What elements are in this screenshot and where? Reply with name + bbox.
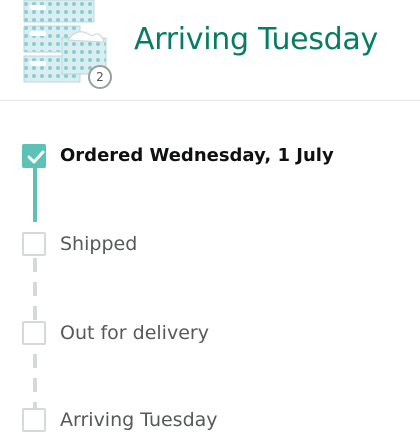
timeline-step-ordered: Ordered Wednesday, 1 July <box>0 142 420 172</box>
delivery-status-title: Arriving Tuesday <box>134 22 378 57</box>
step-label-out-for-delivery: Out for delivery <box>60 322 209 344</box>
timeline-step-out-for-delivery: Out for delivery <box>0 319 420 349</box>
step-label-arriving: Arriving Tuesday <box>60 409 218 431</box>
shipment-header: 2 Arriving Tuesday <box>0 0 420 100</box>
timeline-step-arriving: Arriving Tuesday <box>0 406 420 436</box>
checkbox-empty-icon <box>22 232 46 256</box>
checkbox-checked-icon <box>22 144 46 168</box>
header-divider <box>0 100 420 101</box>
item-count-badge: 2 <box>88 65 112 89</box>
checkbox-empty-icon <box>22 321 46 345</box>
step-label-ordered: Ordered Wednesday, 1 July <box>60 145 334 166</box>
timeline-step-shipped: Shipped <box>0 230 420 260</box>
checkbox-empty-icon <box>22 408 46 432</box>
progress-line-complete <box>33 166 37 222</box>
step-label-shipped: Shipped <box>60 233 138 255</box>
